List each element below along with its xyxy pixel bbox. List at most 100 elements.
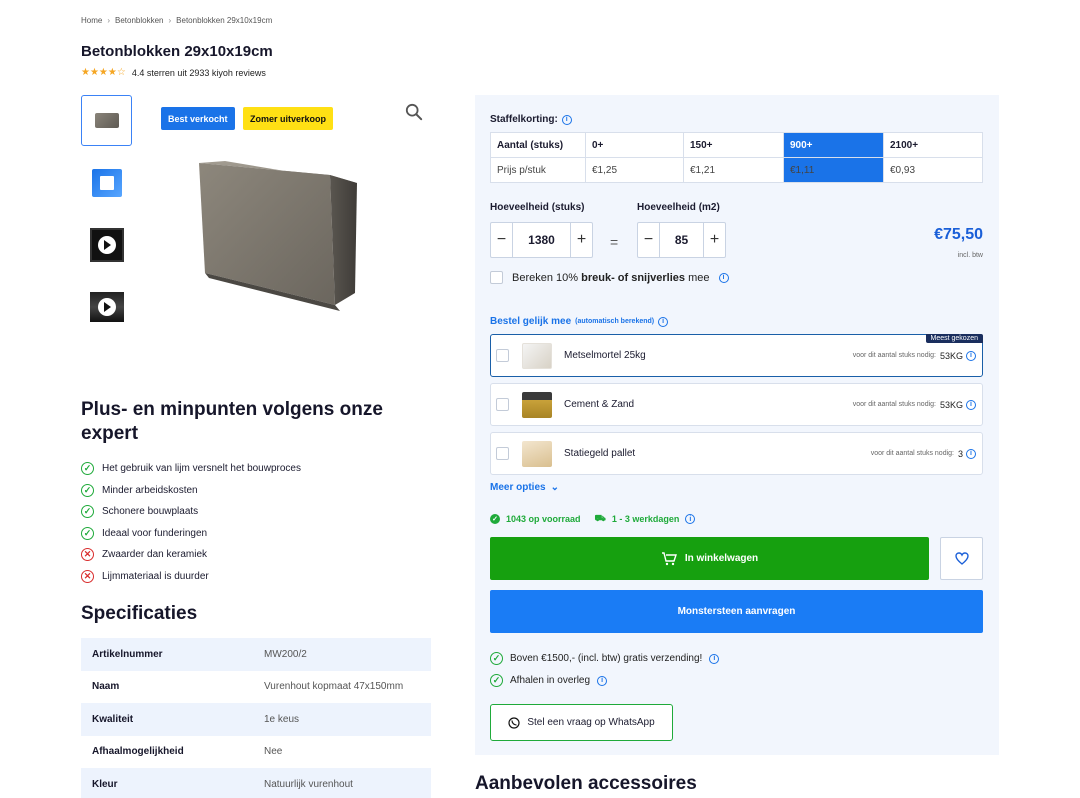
pro-text: Schonere bouwplaats xyxy=(102,506,199,518)
benefit-afhalen: ✓ Afhalen in overleg i xyxy=(490,674,608,687)
con-text: Lijmmateriaal is duurder xyxy=(102,570,209,582)
info-icon[interactable]: i xyxy=(718,272,729,283)
staffel-price: €0,93 xyxy=(883,157,983,183)
chevron-right-icon: › xyxy=(168,16,172,25)
addon-checkbox[interactable] xyxy=(496,398,509,411)
quantity-m2-stepper: − 85 + xyxy=(637,222,726,258)
addon-checkbox[interactable] xyxy=(496,447,509,460)
chevron-down-icon: ⌄ xyxy=(550,482,559,493)
page-title: Betonblokken 29x10x19cm xyxy=(81,43,273,60)
addon-item-pallet[interactable]: Statiegeld pallet voor dit aantal stuks … xyxy=(490,432,983,475)
staffel-tier[interactable]: 2100+ xyxy=(883,132,983,158)
product-block-icon xyxy=(94,113,119,128)
staffel-tier[interactable]: 0+ xyxy=(585,132,684,158)
play-icon xyxy=(97,297,116,316)
breuk-checkbox[interactable] xyxy=(490,271,503,284)
monstersteen-button[interactable]: Monstersteen aanvragen xyxy=(490,590,983,633)
bestel-mee-text: Bestel gelijk mee xyxy=(490,316,572,327)
info-icon[interactable]: i xyxy=(597,675,608,686)
breadcrumb-category[interactable]: Betonblokken xyxy=(115,16,163,25)
spec-key: Kleur xyxy=(92,778,118,790)
check-circle-icon: ✓ xyxy=(81,526,94,540)
list-item: ✓ Schonere bouwplaats xyxy=(81,501,301,523)
3d-cube-icon xyxy=(91,168,122,197)
quantity-m2-input[interactable]: 85 xyxy=(659,223,704,257)
breadcrumb-home[interactable]: Home xyxy=(81,16,102,25)
addon-qty: 53KG xyxy=(939,350,963,361)
thumbnail-video-2[interactable] xyxy=(81,281,132,332)
table-row: Naam Vurenhout kopmaat 47x150mm xyxy=(81,671,431,704)
breuk-label: Bereken 10% breuk- of snijverlies mee xyxy=(512,272,710,284)
info-icon[interactable]: i xyxy=(561,114,572,125)
spec-value: Nee xyxy=(264,746,283,758)
breuk-text: Bereken 10% xyxy=(512,271,582,284)
thumbnail-video-1[interactable] xyxy=(81,219,132,270)
play-icon xyxy=(97,235,116,254)
spec-key: Kwaliteit xyxy=(92,713,134,725)
spec-value: 1e keus xyxy=(264,713,300,725)
plus-button[interactable]: + xyxy=(704,223,725,257)
table-row: Artikelnummer MW200/2 xyxy=(81,638,431,671)
staffel-label: Staffelkorting: i xyxy=(490,114,572,125)
info-icon[interactable]: i xyxy=(966,448,976,459)
table-row: Prijs p/stuk €1,25 €1,21 €1,11 €0,93 xyxy=(490,157,983,183)
wishlist-button[interactable] xyxy=(940,537,983,580)
truck-icon: ⛟ xyxy=(594,513,606,523)
spec-value: MW200/2 xyxy=(264,648,307,660)
list-item: ✓ Minder arbeidskosten xyxy=(81,480,301,502)
pro-text: Het gebruik van lijm versnelt het bouwpr… xyxy=(102,463,301,475)
meest-gekozen-badge: Meest gekozen xyxy=(925,334,983,343)
quantity-stuks-label: Hoeveelheid (stuks) xyxy=(490,202,585,213)
product-image[interactable] xyxy=(195,155,360,315)
plus-button[interactable]: + xyxy=(571,223,592,257)
info-icon[interactable]: i xyxy=(685,514,696,524)
cement-bag-icon xyxy=(522,391,552,418)
addon-note: voor dit aantal stuks nodig: xyxy=(852,352,936,359)
addon-name: Cement & Zand xyxy=(564,399,635,410)
addon-item-cement-zand[interactable]: Cement & Zand voor dit aantal stuks nodi… xyxy=(490,383,983,426)
staffel-price-label: Prijs p/stuk xyxy=(490,157,586,183)
thumbnail-3d[interactable] xyxy=(81,157,132,208)
quantity-stuks-input[interactable]: 1380 xyxy=(512,223,571,257)
cart-label: In winkelwagen xyxy=(684,553,759,564)
benefit-verzending: ✓ Boven €1500,- (incl. btw) gratis verze… xyxy=(490,652,720,665)
info-icon[interactable]: i xyxy=(658,316,669,327)
whatsapp-label: Stel een vraag op WhatsApp xyxy=(527,717,655,728)
pro-text: Minder arbeidskosten xyxy=(102,484,198,496)
add-to-cart-button[interactable]: In winkelwagen xyxy=(490,537,929,580)
list-item: ✕ Lijmmateriaal is duurder xyxy=(81,566,301,588)
stock-text: 1043 op voorraad xyxy=(506,514,581,524)
addon-item-metselmortel[interactable]: Meest gekozen Metselmortel 25kg voor dit… xyxy=(490,334,983,377)
quantity-m2-label: Hoeveelheid (m2) xyxy=(637,202,720,213)
table-row: Kleur Natuurlijk vurenhout xyxy=(81,768,431,798)
quantity-stuks-stepper: − 1380 + xyxy=(490,222,593,258)
addon-checkbox[interactable] xyxy=(496,349,509,362)
minus-button[interactable]: − xyxy=(491,223,512,257)
whatsapp-button[interactable]: Stel een vraag op WhatsApp xyxy=(490,704,673,741)
con-text: Zwaarder dan keramiek xyxy=(102,549,208,561)
meer-opties-link[interactable]: Meer opties ⌄ xyxy=(490,482,559,493)
rating-text: 4.4 sterren uit 2933 kiyoh reviews xyxy=(131,67,266,78)
info-icon[interactable]: i xyxy=(709,653,720,664)
addon-note: voor dit aantal stuks nodig: xyxy=(852,401,936,408)
check-circle-icon: ✓ xyxy=(490,674,503,687)
search-icon[interactable] xyxy=(405,103,423,121)
info-icon[interactable]: i xyxy=(966,350,976,361)
staffel-tier-selected[interactable]: 900+ xyxy=(783,132,884,158)
table-row: Kwaliteit 1e keus xyxy=(81,703,431,736)
check-circle-icon: ✓ xyxy=(490,652,503,665)
video-icon xyxy=(89,227,124,262)
info-icon[interactable]: i xyxy=(966,399,976,410)
thumbnail-product[interactable] xyxy=(81,95,132,146)
minus-button[interactable]: − xyxy=(638,223,659,257)
x-circle-icon: ✕ xyxy=(81,548,94,562)
breadcrumb-current: Betonblokken 29x10x19cm xyxy=(176,16,273,25)
x-circle-icon: ✕ xyxy=(81,569,94,583)
breuk-checkbox-row[interactable]: Bereken 10% breuk- of snijverlies mee i xyxy=(490,271,729,284)
badge-zomer-uitverkoop: Zomer uitverkoop xyxy=(243,107,334,130)
rating[interactable]: ★★★★☆ 4.4 sterren uit 2933 kiyoh reviews xyxy=(81,67,266,78)
bestel-mee-sub: (automatisch berekend) xyxy=(575,318,655,325)
meer-opties-text: Meer opties xyxy=(490,482,546,493)
check-circle-icon: ✓ xyxy=(81,483,94,497)
staffel-tier[interactable]: 150+ xyxy=(683,132,784,158)
